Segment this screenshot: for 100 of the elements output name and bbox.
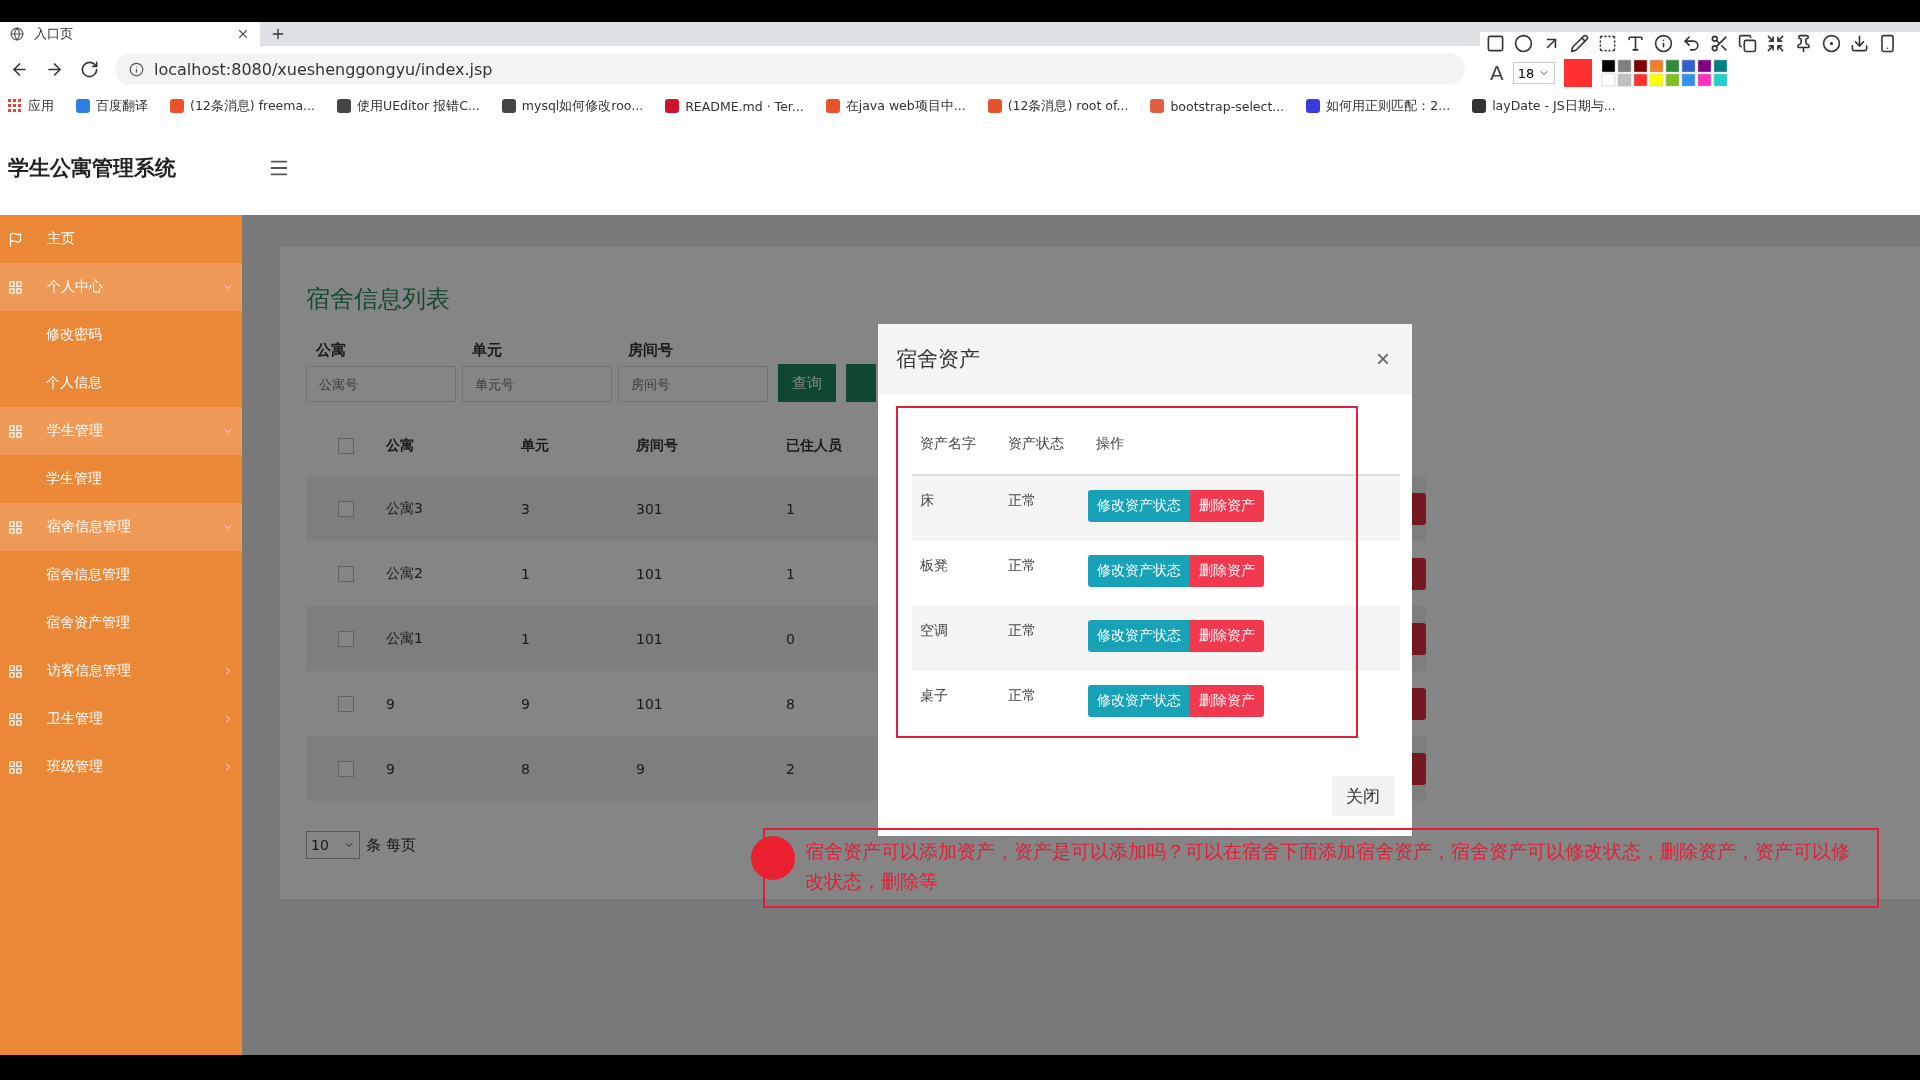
sidebar-subitem[interactable]: 修改密码 [0, 311, 242, 359]
table-cell-text: 9 [386, 695, 396, 712]
sidebar-group[interactable]: 卫生管理 [0, 695, 242, 743]
font-size-select[interactable]: 18 [1512, 62, 1555, 84]
sidebar-group[interactable]: 班级管理 [0, 743, 242, 791]
search-button[interactable]: 查询 [778, 364, 836, 402]
sidebar-subitem[interactable]: 个人信息 [0, 359, 242, 407]
new-tab-icon[interactable] [270, 26, 286, 42]
phone-icon[interactable] [1878, 34, 1897, 53]
page-size-label: 条 每页 [366, 835, 416, 855]
grid-icon [8, 759, 23, 775]
address-bar[interactable]: localhost:8080/xueshenggongyu/index.jsp [115, 53, 1465, 85]
sidebar-item[interactable]: 主页 [0, 215, 242, 263]
filter-label: 单元 [471, 341, 503, 360]
table-cell-text: 正常 [1007, 687, 1037, 705]
reload-icon[interactable] [80, 59, 99, 79]
column-header: 公寓 [386, 437, 415, 455]
record-icon[interactable] [1822, 34, 1841, 53]
column-header: 房间号 [636, 437, 679, 455]
url-text: localhost:8080/xueshenggongyu/index.jsp [154, 59, 493, 79]
copy-icon[interactable] [1738, 34, 1757, 53]
table-cell-text: 2 [786, 760, 796, 777]
sidebar-subitem[interactable]: 宿舍信息管理 [0, 551, 242, 599]
table-cell-text: 301 [636, 500, 664, 517]
column-header: 操作 [1095, 435, 1125, 453]
grid-icon [8, 663, 23, 679]
sidebar-subitem[interactable]: 宿舍资产管理 [0, 599, 242, 647]
sidebar-group[interactable]: 个人中心 [0, 263, 242, 311]
bookmark[interactable]: 百度翻译 [76, 97, 148, 115]
table-cell-text: 3 [521, 500, 531, 517]
checkbox[interactable] [338, 630, 354, 647]
table-cell-text: 9 [521, 695, 531, 712]
edit-status-button[interactable]: 修改资产状态 [1088, 620, 1190, 652]
table-cell-text: 空调 [919, 622, 949, 640]
undo-icon[interactable] [1682, 34, 1701, 53]
checkbox[interactable] [338, 438, 354, 454]
current-color-swatch[interactable] [1563, 59, 1592, 87]
filter-label: 公寓 [314, 341, 347, 360]
bookmark[interactable]: 如何用正则匹配：2... [1306, 97, 1451, 115]
table-cell-text: 正常 [1007, 492, 1037, 510]
checkbox[interactable] [338, 565, 354, 582]
sidebar-group[interactable]: 访客信息管理 [0, 647, 242, 695]
edit-status-button[interactable]: 修改资产状态 [1088, 555, 1190, 587]
circle-icon[interactable] [1514, 34, 1533, 53]
table-cell-text: 101 [636, 565, 664, 582]
delete-asset-button[interactable]: 删除资产 [1190, 490, 1264, 522]
text-icon[interactable] [1626, 34, 1645, 53]
table-cell-text: 公寓1 [386, 629, 424, 648]
delete-asset-button[interactable]: 删除资产 [1190, 685, 1264, 717]
bookmark[interactable]: (12条消息) freema... [170, 97, 316, 115]
app-title: 学生公寓管理系统 [8, 154, 176, 182]
table-cell-text: 9 [386, 760, 396, 777]
delete-asset-button[interactable]: 删除资产 [1190, 620, 1264, 652]
edit-status-button[interactable]: 修改资产状态 [1088, 490, 1190, 522]
delete-asset-button[interactable]: 删除资产 [1190, 555, 1264, 587]
color-palette[interactable] [1600, 59, 1731, 87]
table-cell-text: 正常 [1007, 622, 1037, 640]
bookmark[interactable]: layDate - JS日期与... [1472, 97, 1616, 115]
bookmark[interactable]: (12条消息) root of... [987, 97, 1129, 115]
info-icon [129, 61, 144, 77]
sidebar-group[interactable]: 学生管理 [0, 407, 242, 455]
table-cell-text: 床 [919, 492, 935, 510]
pin-icon[interactable] [1794, 34, 1813, 53]
checkbox[interactable] [338, 500, 354, 517]
sidebar-subitem[interactable]: 学生管理 [0, 455, 242, 503]
scissors-icon[interactable] [1710, 34, 1729, 53]
bookmark[interactable]: bootstrap-select... [1150, 98, 1285, 114]
checkbox[interactable] [338, 695, 354, 712]
table-cell-text: 0 [786, 630, 796, 647]
download-icon[interactable] [1850, 34, 1869, 53]
annotation-text: 宿舍资产可以添加资产，资产是可以添加吗？可以在宿舍下面添加宿舍资产，宿舍资产可以修改状态，删除资产，资产可以修改状态，删除等 [805, 839, 1851, 894]
filter-field[interactable]: 公寓号 [306, 366, 456, 402]
globe-icon [10, 27, 24, 41]
grid-icon [8, 711, 23, 727]
bookmark[interactable]: mysql如何修改roo... [501, 97, 644, 115]
column-header: 资产名字 [919, 435, 977, 453]
shrink-icon[interactable] [1766, 34, 1785, 53]
table-cell-text: 1 [521, 565, 531, 582]
filter-field[interactable]: 单元号 [462, 366, 612, 402]
close-button[interactable]: × [1376, 345, 1390, 373]
bookmark[interactable]: 使用UEditor 报错C... [337, 97, 480, 115]
close-button[interactable]: 关闭 [1332, 776, 1394, 816]
checkbox[interactable] [338, 760, 354, 777]
browser-tab[interactable]: 入口页 [0, 22, 260, 46]
pencil-icon[interactable] [1570, 34, 1589, 53]
grid-icon [8, 279, 23, 295]
table-cell-text: 101 [636, 695, 664, 712]
flag-icon [8, 231, 23, 247]
bookmark[interactable]: 应用 [8, 97, 54, 115]
table-cell-text: 正常 [1007, 557, 1037, 575]
table-cell-text: 1 [786, 500, 796, 517]
edit-status-button[interactable]: 修改资产状态 [1088, 685, 1190, 717]
sidebar-group[interactable]: 宿舍信息管理 [0, 503, 242, 551]
filter-field[interactable]: 房间号 [618, 366, 768, 402]
table-cell-text: 板凳 [919, 557, 949, 575]
table-cell-text: 1 [786, 565, 796, 582]
page-size-select[interactable]: 10 [306, 831, 360, 859]
bookmark[interactable]: README.md · Ter... [665, 98, 804, 114]
square-icon[interactable] [1486, 34, 1505, 53]
bookmark[interactable]: 在java web项目中... [825, 97, 966, 115]
